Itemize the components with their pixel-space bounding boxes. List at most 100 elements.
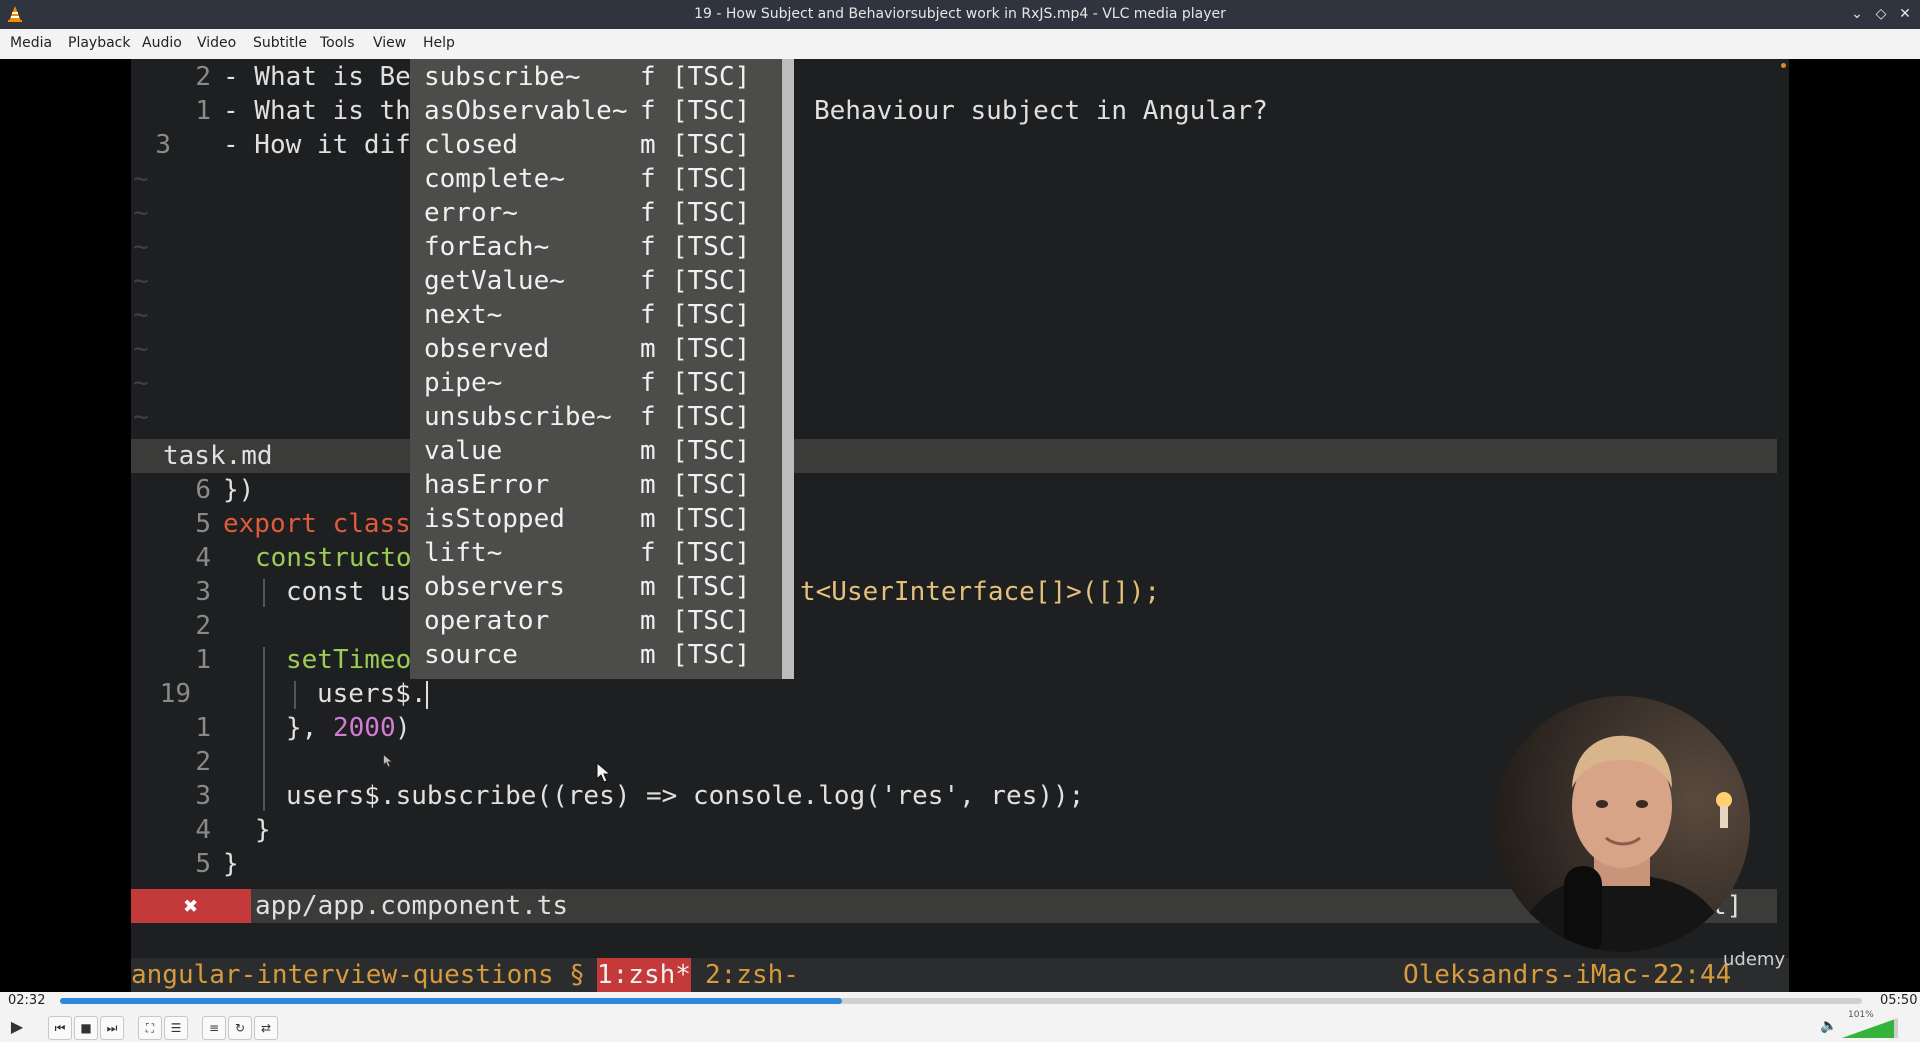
seek-progress-fill [60,998,843,1004]
completion-name: subscribe~ [424,62,581,92]
close-icon[interactable]: ✕ [1896,5,1914,23]
completion-kind: f [640,164,656,194]
completion-kind: m [640,572,656,602]
completion-kind: f [640,232,656,262]
fullscreen-icon[interactable]: ⛶ [138,1016,162,1040]
completion-source: [TSC] [672,470,751,500]
play-icon[interactable]: ▶ [6,1016,28,1038]
minimize-icon[interactable]: ⌄ [1848,5,1866,23]
autocomplete-item[interactable]: getValue~ f [TSC] [410,264,782,298]
menu-video[interactable]: Video [197,35,236,51]
speaker-icon[interactable]: 🔈 [1820,1018,1837,1034]
completion-source: [TSC] [672,368,751,398]
code-line: - What is Be [223,62,411,92]
autocomplete-item[interactable]: forEach~ f [TSC] [410,230,782,264]
autocomplete-item[interactable]: subscribe~ f [TSC] [410,60,782,94]
completion-source: [TSC] [672,300,751,330]
seek-slider[interactable] [60,998,1862,1004]
text-cursor [426,681,428,709]
next-icon[interactable]: ⏭ [100,1016,124,1040]
tmux-clock: 22:44 [1653,960,1732,990]
menu-playback[interactable]: Playback [68,35,130,51]
autocomplete-item[interactable]: value m [TSC] [410,434,782,468]
total-time: 05:50 [1880,993,1918,1008]
previous-icon[interactable]: ⏮ [48,1016,72,1040]
line-number: 2 [195,62,211,92]
line-number: 1 [195,96,211,126]
autocomplete-item[interactable]: unsubscribe~ f [TSC] [410,400,782,434]
autocomplete-item[interactable]: asObservable~ f [TSC] [410,94,782,128]
menu-view[interactable]: View [373,35,406,51]
code-line: } [255,815,271,845]
completion-name: forEach~ [424,232,550,262]
autocomplete-item[interactable]: operator m [TSC] [410,604,782,638]
empty-line-marker: ~ [133,164,149,194]
autocomplete-item[interactable]: complete~ f [TSC] [410,162,782,196]
line-number: 3 [195,577,211,607]
video-area[interactable]: 2 - What is Be 1 - What is th 3 - How it… [0,59,1920,992]
stop-icon[interactable]: ■ [74,1016,98,1040]
recording-dot [1781,63,1786,68]
autocomplete-item[interactable]: isStopped m [TSC] [410,502,782,536]
completion-name: hasError [424,470,550,500]
volume-slider[interactable] [1842,1018,1898,1038]
presenter-webcam [1494,696,1750,952]
completion-kind: f [640,538,656,568]
playlist-icon[interactable]: ≡ [202,1016,226,1040]
progress-row: 02:32 05:50 [0,992,1920,1010]
autocomplete-item[interactable]: lift~ f [TSC] [410,536,782,570]
code-line: ) [395,713,411,743]
completion-source: [TSC] [672,164,751,194]
autocomplete-item[interactable]: hasError m [TSC] [410,468,782,502]
autocomplete-item[interactable]: observers m [TSC] [410,570,782,604]
autocomplete-item[interactable]: pipe~ f [TSC] [410,366,782,400]
completion-source: [TSC] [672,266,751,296]
completion-kind: f [640,300,656,330]
extended-settings-icon[interactable]: ☰ [164,1016,188,1040]
line-number: 5 [195,849,211,879]
autocomplete-item[interactable]: observed m [TSC] [410,332,782,366]
completion-kind: m [640,334,656,364]
completion-kind: m [640,130,656,160]
indent-guide [294,681,296,709]
completion-source: [TSC] [672,334,751,364]
shuffle-icon[interactable]: ⇄ [254,1016,278,1040]
mouse-pointer-icon [383,754,393,768]
code-line: }) [223,475,255,505]
autocomplete-item[interactable]: closed m [TSC] [410,128,782,162]
autocomplete-item[interactable]: source m [TSC] [410,638,782,672]
menu-help[interactable]: Help [423,35,455,51]
menu-tools[interactable]: Tools [320,35,355,51]
empty-line-marker: ~ [133,334,149,364]
completion-kind: m [640,504,656,534]
code-function: constructo [255,543,412,573]
code-line: } [223,849,239,879]
completion-source: [TSC] [672,504,751,534]
menu-subtitle[interactable]: Subtitle [253,35,307,51]
indent-guide [263,647,265,811]
status-line-task: task.md [131,439,1777,473]
popup-scrollbar[interactable] [782,59,794,679]
completion-source: [TSC] [672,538,751,568]
code-line: }, [286,713,333,743]
completion-kind: f [640,96,656,126]
menu-audio[interactable]: Audio [142,35,182,51]
completion-name: lift~ [424,538,503,568]
autocomplete-item[interactable]: next~ f [TSC] [410,298,782,332]
loop-icon[interactable]: ↻ [228,1016,252,1040]
line-number: 4 [195,815,211,845]
completion-name: closed [424,130,518,160]
code-line: - How it dif [223,130,411,160]
autocomplete-item[interactable]: error~ f [TSC] [410,196,782,230]
completion-source: [TSC] [672,572,751,602]
empty-line-marker: ~ [133,198,149,228]
tmux-window-2: 2:zsh- [705,960,799,990]
menu-media[interactable]: Media [10,35,52,51]
code-line-current: users$. [317,679,427,709]
line-number: 1 [195,645,211,675]
maximize-icon[interactable]: ◇ [1872,5,1890,23]
heading-text: Behaviour subject in Angular? [814,96,1268,126]
completion-kind: m [640,470,656,500]
line-number: 2 [195,611,211,641]
file-name: task.md [163,441,273,471]
